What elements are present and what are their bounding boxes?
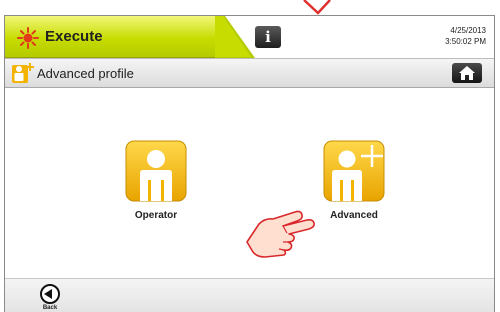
home-button[interactable] [452,63,482,83]
bottom-bar: Back [5,278,494,312]
person-plus-icon [323,140,385,202]
back-button[interactable]: Back [39,284,61,312]
tab-execute[interactable]: Execute [5,16,225,58]
pointer-arrow-icon [303,0,331,15]
home-icon [459,66,475,80]
pointing-hand-icon [246,210,315,258]
sun-icon [17,27,39,49]
tab-divider [215,16,255,58]
info-icon: i [265,28,271,46]
operator-label: Operator [134,210,178,221]
person-plus-icon [12,63,34,83]
time-text: 3:50:02 PM [445,37,486,46]
top-bar: Execute i 4/25/2013 3:50:02 PM [5,16,494,58]
date-text: 4/25/2013 [450,26,486,35]
device-screen: Execute i 4/25/2013 3:50:02 PM Advanced … [4,15,495,312]
info-button[interactable]: i [255,26,281,48]
person-icon [125,140,187,202]
back-label: Back [42,305,58,311]
page-title: Advanced profile [37,66,134,81]
datetime-display: 4/25/2013 3:50:02 PM [445,25,486,47]
arrow-left-circle-icon [40,284,60,304]
tab-execute-label: Execute [45,28,103,45]
profile-bar: Advanced profile [5,58,494,88]
